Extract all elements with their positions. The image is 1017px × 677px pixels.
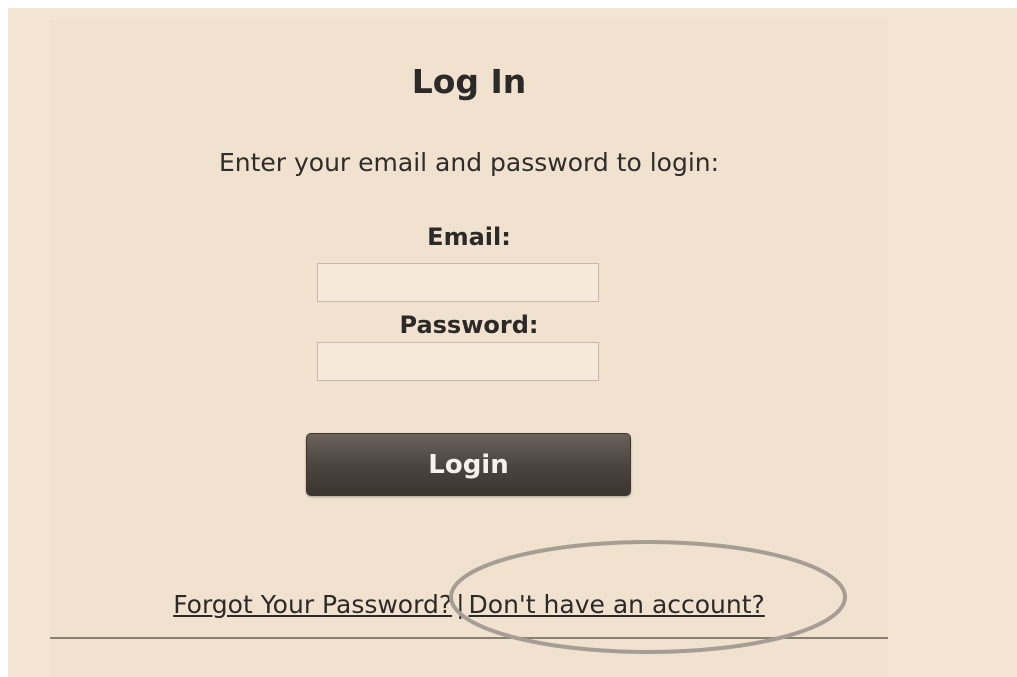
page-background: Log In Enter your email and password to … [8,8,1017,677]
email-label: Email: [427,223,511,251]
link-separator: | [456,590,465,619]
page-title: Log In [411,62,527,101]
login-button[interactable]: Login [306,433,631,496]
account-links: Forgot Your Password? | Don't have an acco… [50,590,888,619]
password-label: Password: [399,311,539,339]
login-instructions: Enter your email and password to login: [218,148,720,177]
forgot-password-link[interactable]: Forgot Your Password? [173,590,452,619]
login-panel: Log In Enter your email and password to … [50,20,888,677]
password-field[interactable] [317,342,599,381]
email-field[interactable] [317,263,599,302]
footer-divider [50,637,888,639]
signup-link[interactable]: Don't have an account? [469,590,765,619]
